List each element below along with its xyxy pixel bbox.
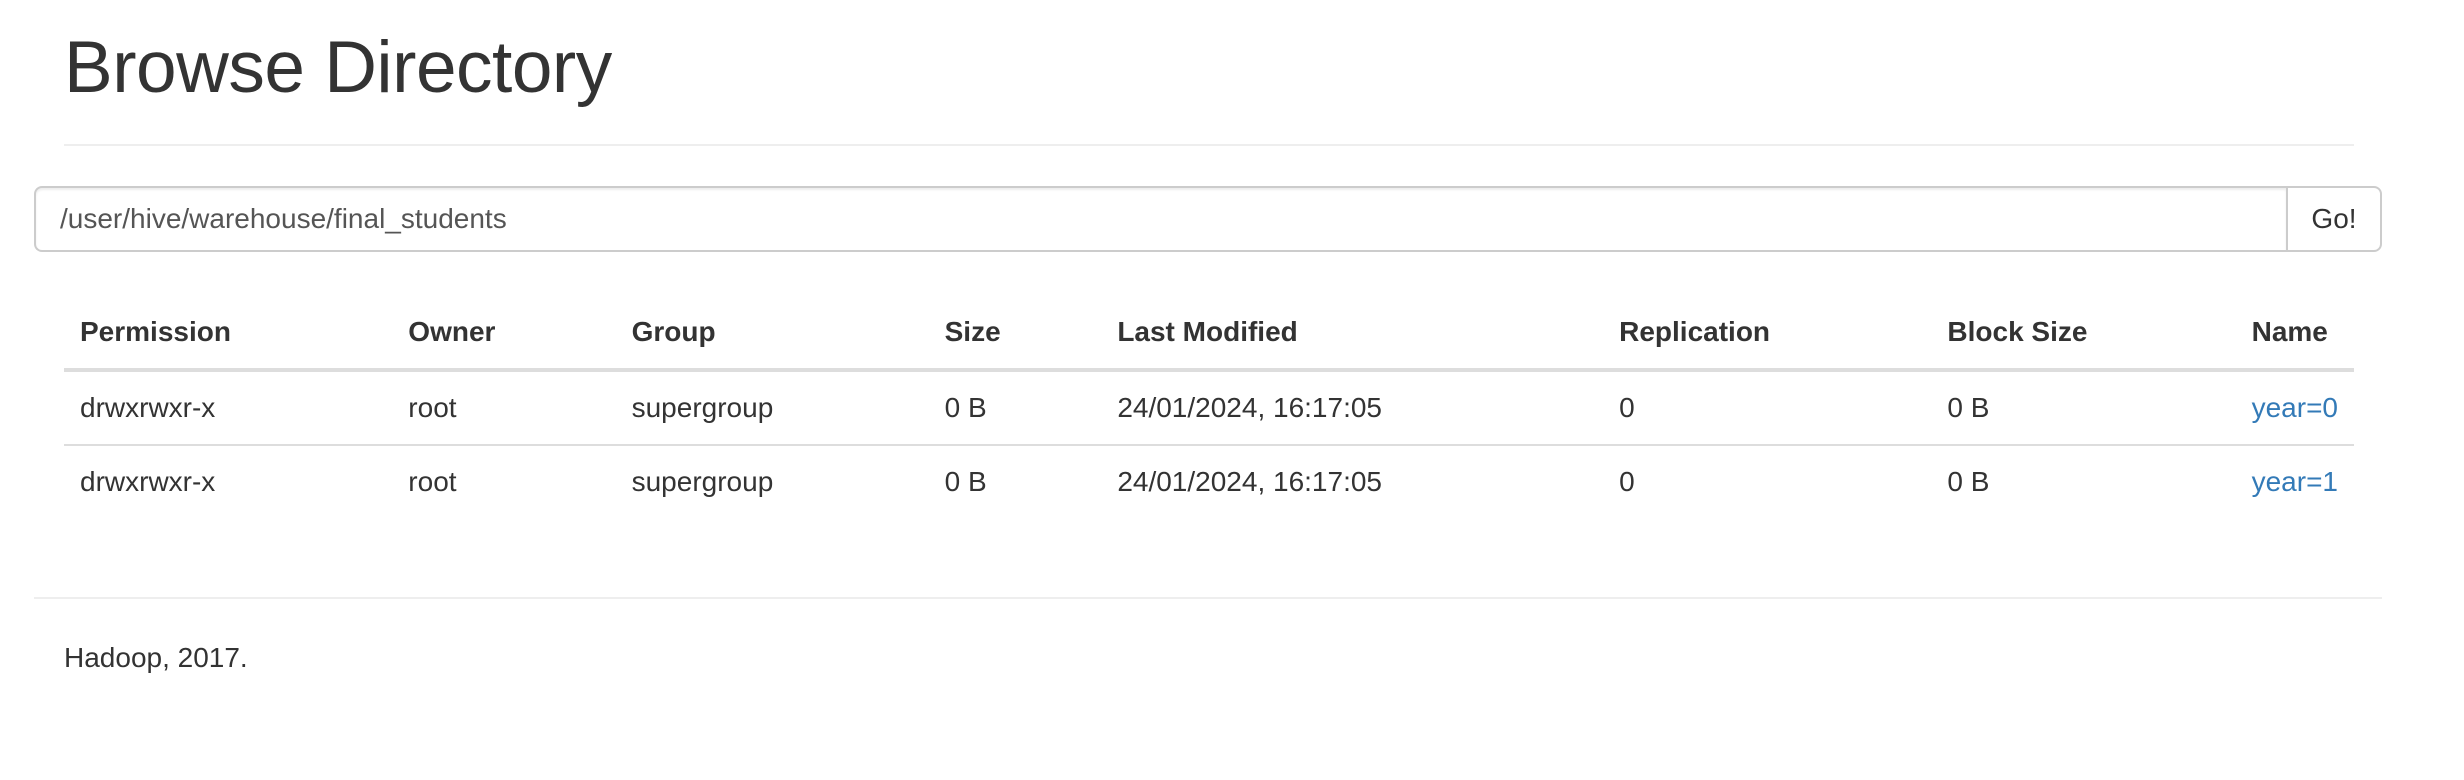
cell-permission: drwxrwxr-x	[80, 466, 216, 497]
column-header-permission[interactable]: Permission	[64, 296, 393, 372]
page-title: Browse Directory	[64, 27, 612, 108]
column-header-owner[interactable]: Owner	[392, 296, 616, 372]
cell-group: supergroup	[631, 466, 774, 497]
cell-name: year=1	[2236, 445, 2354, 518]
cell-block-size: 0 B	[1931, 370, 2236, 446]
directory-listing-table: Permission Owner Group Size Last Modifie…	[64, 296, 2354, 518]
column-header-block-size[interactable]: Block Size	[1931, 296, 2236, 372]
column-header-name[interactable]: Name	[2235, 296, 2354, 372]
column-header-last-modified[interactable]: Last Modified	[1101, 296, 1604, 372]
cell-block-size: 0 B	[1947, 466, 1990, 497]
cell-last-modified: 24/01/2024, 16:17:05	[1101, 370, 1604, 446]
page: Browse Directory Go! Permission Owner Gr…	[0, 0, 2464, 780]
table-body: drwxrwxr-x root supergroup 0 B 24/01/202…	[64, 370, 2354, 518]
cell-size: 0 B	[928, 370, 1102, 446]
cell-last-modified: 24/01/2024, 16:17:05	[1117, 466, 1382, 497]
column-header-replication[interactable]: Replication	[1603, 296, 1932, 372]
column-header-size[interactable]: Size	[928, 296, 1102, 372]
cell-name: year=0	[2235, 370, 2354, 446]
cell-owner: root	[392, 370, 616, 446]
cell-permission: drwxrwxr-x	[64, 370, 393, 446]
cell-size: 0 B	[944, 466, 987, 497]
cell-replication: 0	[1603, 370, 1932, 446]
directory-link-year-0[interactable]: year=0	[2252, 392, 2338, 423]
cell-group: supergroup	[615, 370, 929, 446]
header-row: Permission Owner Group Size Last Modifie…	[64, 296, 2354, 372]
cell-owner: root	[408, 466, 457, 497]
footer-text: Hadoop, 2017.	[64, 642, 248, 673]
column-header-group[interactable]: Group	[615, 296, 929, 372]
directory-path-input[interactable]	[34, 186, 2286, 252]
page-header: Browse Directory	[64, 20, 2354, 146]
directory-link-year-1[interactable]: year=1	[2252, 466, 2338, 497]
footer-divider	[34, 597, 2382, 599]
cell-replication: 0	[1619, 466, 1635, 497]
go-button[interactable]: Go!	[2286, 186, 2382, 252]
path-form: Go!	[34, 186, 2382, 252]
table-row: drwxrwxr-x root supergroup 0 B 24/01/202…	[64, 445, 2354, 518]
table-header: Permission Owner Group Size Last Modifie…	[64, 296, 2354, 372]
table-row: drwxrwxr-x root supergroup 0 B 24/01/202…	[64, 370, 2354, 446]
